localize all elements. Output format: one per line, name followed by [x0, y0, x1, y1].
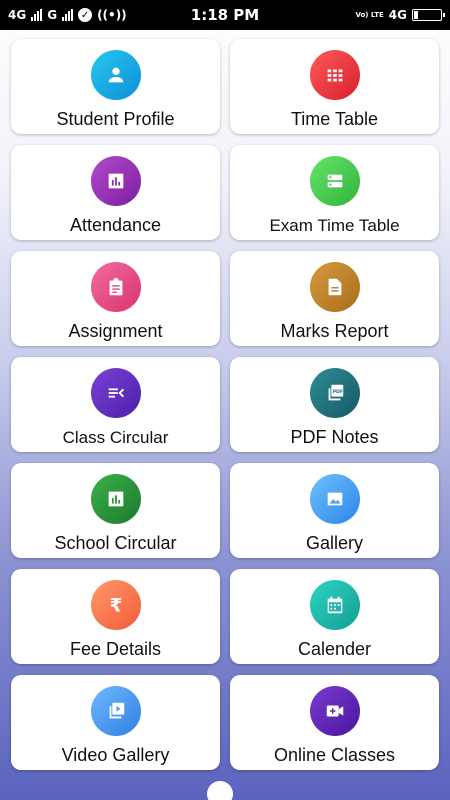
tile-time-table[interactable]: Time Table — [230, 39, 439, 134]
list-icon — [90, 368, 141, 418]
calendar-icon — [309, 580, 360, 630]
tile-gallery[interactable]: Gallery — [230, 463, 439, 558]
status-left: 4G G ✓ ((•)) — [8, 8, 127, 22]
tile-fee-details[interactable]: ₹ Fee Details — [11, 569, 220, 664]
tile-video-gallery[interactable]: Video Gallery — [11, 675, 220, 770]
nav-handle[interactable] — [207, 781, 233, 800]
status-right: Vo) LTE 4G — [355, 8, 445, 22]
tile-class-circular[interactable]: Class Circular — [11, 357, 220, 452]
tile-label: Video Gallery — [61, 745, 170, 765]
tile-online-classes[interactable]: Online Classes — [230, 675, 439, 770]
tile-marks-report[interactable]: Marks Report — [230, 251, 439, 346]
svg-text:PDF: PDF — [332, 389, 342, 395]
tile-label: Student Profile — [56, 109, 175, 129]
hotspot-icon: ((•)) — [97, 8, 127, 22]
document-icon — [309, 262, 360, 312]
tile-label: Class Circular — [62, 428, 169, 447]
signal-icon — [31, 9, 43, 21]
network-type-1: 4G — [8, 8, 27, 22]
grid-icon — [309, 50, 360, 100]
tile-label: Gallery — [305, 533, 363, 553]
tile-label: Time Table — [290, 109, 379, 129]
check-circle-icon: ✓ — [78, 8, 93, 22]
menu-grid: Student Profile Time Table Attendance Ex… — [11, 39, 439, 770]
bar-chart-icon — [90, 156, 141, 206]
tile-exam-time-table[interactable]: Exam Time Table — [230, 145, 439, 240]
tile-label: Attendance — [69, 215, 162, 235]
network-type-3: 4G — [388, 8, 407, 22]
rupee-icon: ₹ — [90, 580, 141, 630]
tile-label: Assignment — [68, 321, 163, 341]
signal-icon — [62, 9, 74, 21]
person-icon — [90, 50, 141, 100]
video-library-icon — [90, 686, 141, 736]
tile-label: Calender — [297, 639, 372, 659]
svg-text:₹: ₹ — [109, 595, 122, 616]
tile-pdf-notes[interactable]: PDF PDF Notes — [230, 357, 439, 452]
status-bar: 4G G ✓ ((•)) 1:18 PM Vo) LTE 4G — [0, 0, 450, 30]
tile-assignment[interactable]: Assignment — [11, 251, 220, 346]
network-type-2: G — [47, 8, 58, 22]
tile-school-circular[interactable]: School Circular — [11, 463, 220, 558]
video-camera-icon — [309, 686, 360, 736]
tile-label: Exam Time Table — [269, 216, 400, 235]
tile-label: School Circular — [54, 533, 177, 553]
battery-icon — [412, 9, 445, 21]
tile-label: Marks Report — [280, 321, 389, 341]
volte-badge: Vo) LTE — [355, 10, 384, 19]
bar-chart-icon — [90, 474, 141, 524]
image-icon — [309, 474, 360, 524]
clipboard-icon — [90, 262, 141, 312]
tile-student-profile[interactable]: Student Profile — [11, 39, 220, 134]
pdf-icon: PDF — [309, 368, 360, 418]
tile-label: Online Classes — [273, 745, 396, 765]
tile-calender[interactable]: Calender — [230, 569, 439, 664]
tile-label: Fee Details — [69, 639, 162, 659]
storage-icon — [309, 156, 360, 206]
tile-label: PDF Notes — [290, 427, 379, 447]
tile-attendance[interactable]: Attendance — [11, 145, 220, 240]
